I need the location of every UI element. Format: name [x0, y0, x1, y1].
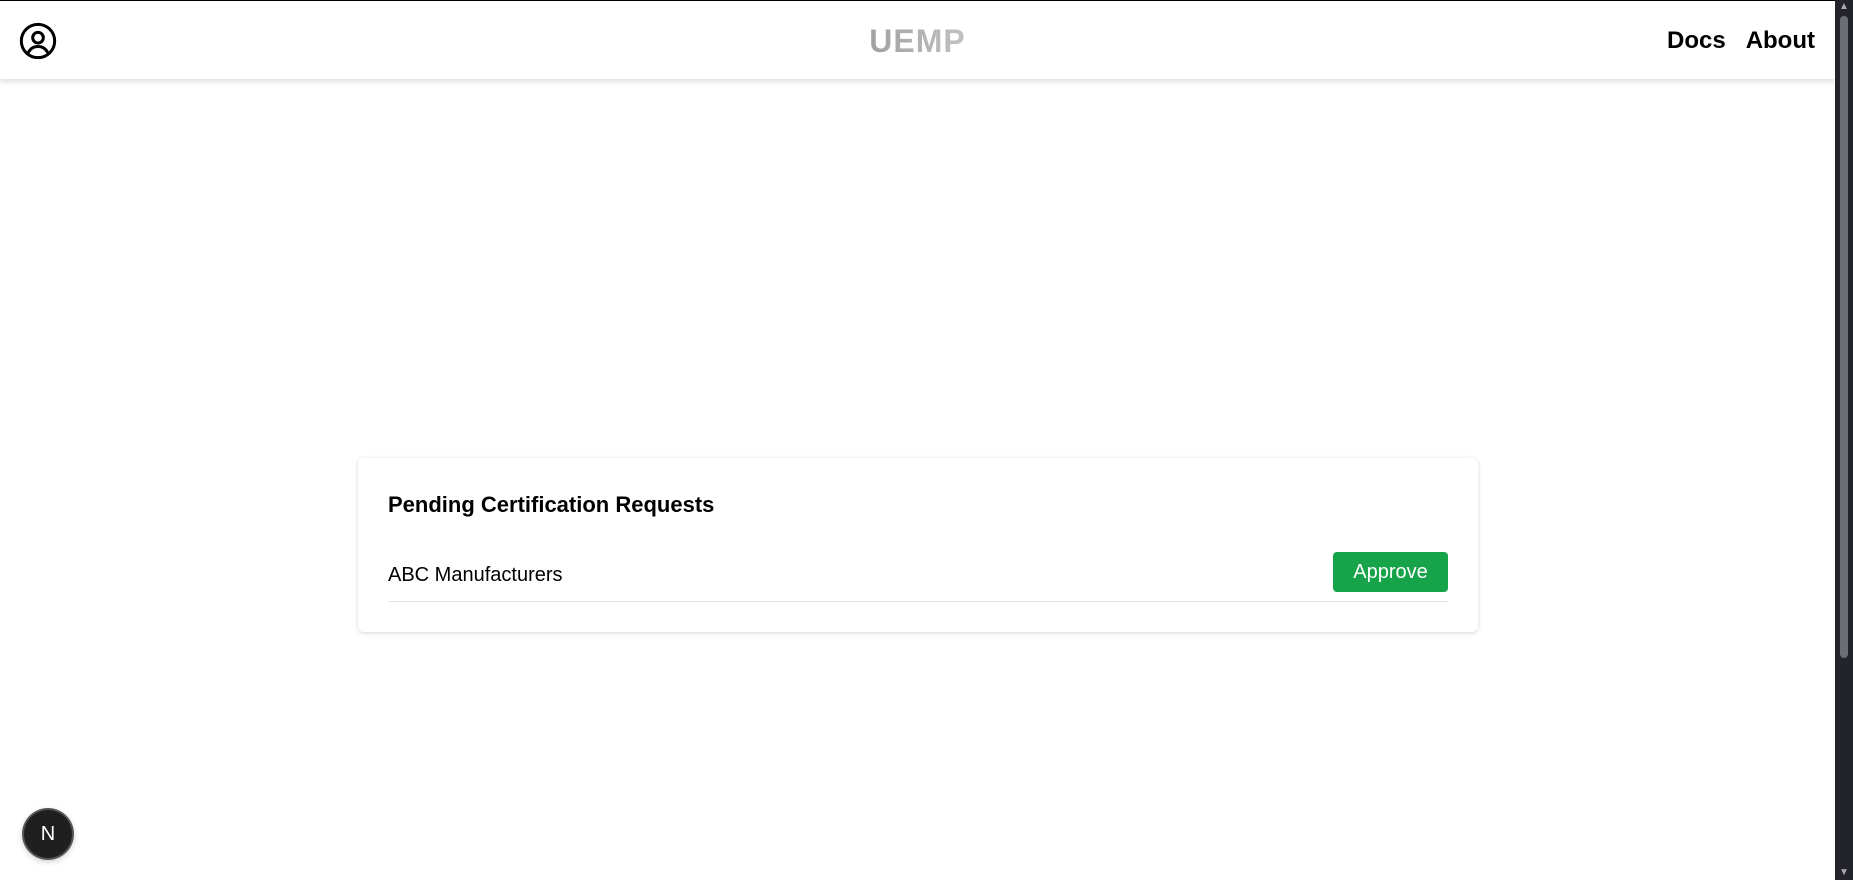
brand-logo: UEMP: [0, 23, 1835, 60]
scroll-down-arrow-icon[interactable]: ▼: [1835, 866, 1853, 880]
page: UEMP Docs About Pending Certification Re…: [0, 0, 1853, 880]
nextjs-logo-icon: N: [40, 822, 56, 845]
top-navbar: UEMP Docs About: [0, 0, 1835, 79]
nav-link-about[interactable]: About: [1746, 27, 1815, 55]
nav-links: Docs About: [1667, 27, 1815, 55]
nav-link-docs[interactable]: Docs: [1667, 27, 1726, 55]
card-title: Pending Certification Requests: [388, 492, 715, 517]
request-row: ABC Manufacturers Approve: [388, 552, 1448, 602]
scroll-up-arrow-icon[interactable]: ▲: [1835, 0, 1853, 14]
company-name: ABC Manufacturers: [388, 564, 563, 586]
brand-text[interactable]: UEMP: [869, 23, 965, 59]
pending-requests-card: Pending Certification Requests ABC Manuf…: [358, 458, 1478, 632]
vertical-scrollbar[interactable]: ▲ ▼: [1835, 0, 1853, 880]
scrollbar-thumb[interactable]: [1840, 16, 1848, 658]
user-profile-button[interactable]: [18, 21, 58, 61]
nextjs-dev-indicator[interactable]: N: [24, 810, 72, 858]
approve-button[interactable]: Approve: [1333, 552, 1448, 592]
user-circle-icon: [19, 22, 57, 60]
